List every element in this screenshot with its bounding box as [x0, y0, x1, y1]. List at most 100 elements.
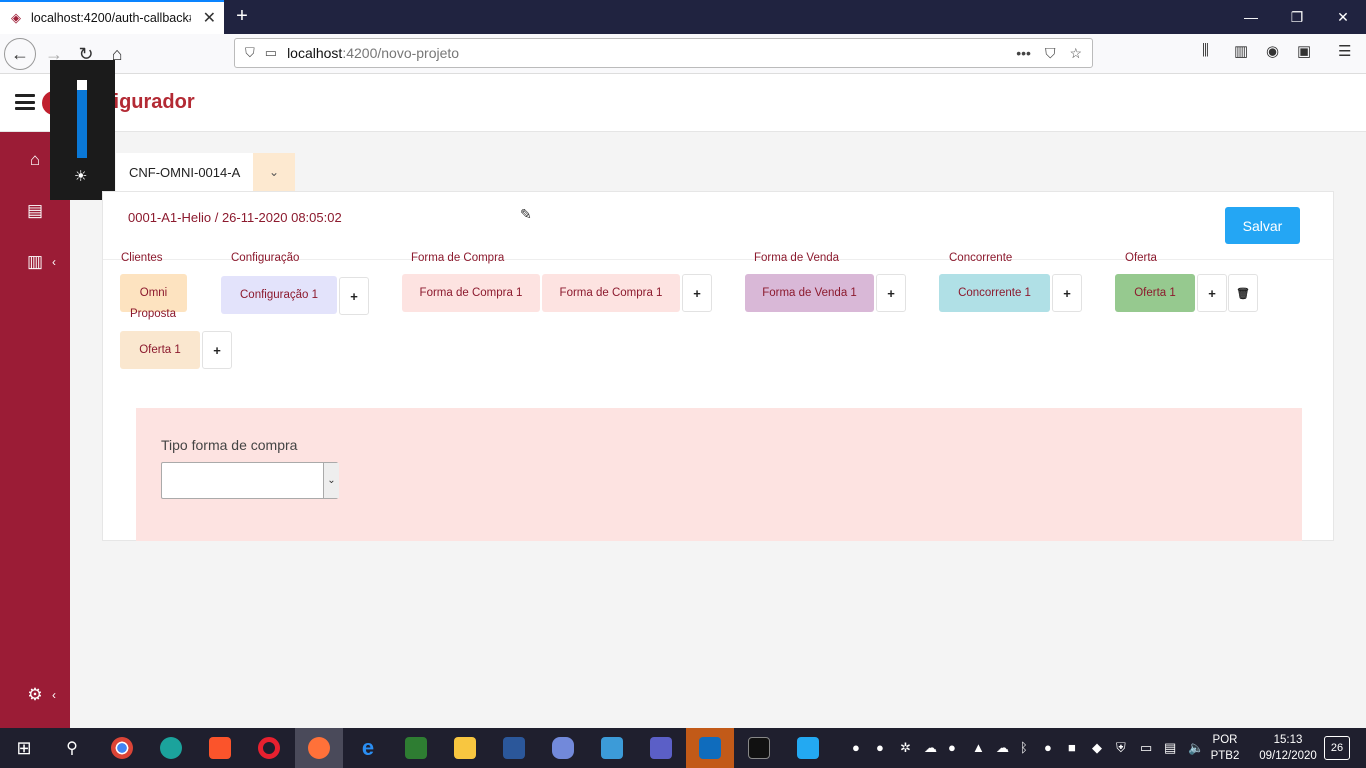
- volume-icon[interactable]: 🔈: [1188, 740, 1204, 756]
- sidebar: ⌂ ▤ ▥ ‹ ⚙ ‹: [0, 132, 70, 728]
- site-favicon-icon: ◈: [11, 10, 21, 25]
- chip-forma-compra[interactable]: Forma de Compra 1: [402, 274, 540, 312]
- tab-title: localhost:4200/auth-callback#i: [31, 11, 191, 25]
- maximize-window-button[interactable]: ❐: [1274, 0, 1320, 34]
- account-icon[interactable]: ◉: [1266, 42, 1279, 60]
- project-selector[interactable]: CNF-OMNI-0014-A ⌄: [116, 153, 295, 191]
- bookmark-star-icon[interactable]: ☆: [1069, 45, 1082, 62]
- sidebar-item-reports[interactable]: ▥ ‹: [0, 237, 70, 287]
- search-icon[interactable]: ⚲: [48, 728, 96, 768]
- project-subtitle: 0001-A1-Helio / 26-11-2020 08:05:02: [128, 210, 342, 225]
- section-label-oferta: Oferta: [1125, 252, 1157, 264]
- chip-proposta[interactable]: Oferta 1: [120, 331, 200, 369]
- chevron-down-icon[interactable]: ⌄: [253, 153, 295, 191]
- sheet-app-icon[interactable]: [392, 728, 440, 768]
- brightness-level: [77, 90, 87, 158]
- project-code[interactable]: CNF-OMNI-0014-A: [116, 153, 253, 191]
- gear-icon: ⚙: [27, 685, 43, 704]
- edge-icon[interactable]: [147, 728, 195, 768]
- new-tab-button[interactable]: +: [230, 4, 254, 28]
- trash-icon[interactable]: 🗑: [1228, 274, 1258, 312]
- teams-tray-icon[interactable]: ●: [1044, 740, 1052, 755]
- hamburger-menu-icon[interactable]: [15, 94, 35, 110]
- add-proposta-button[interactable]: +: [202, 331, 232, 369]
- discord-icon[interactable]: [539, 728, 587, 768]
- cloud-tray-icon[interactable]: ☁: [924, 740, 937, 756]
- brave-icon[interactable]: [196, 728, 244, 768]
- outlook-icon[interactable]: [686, 728, 734, 768]
- bluetooth-tray-icon[interactable]: ᛒ: [1020, 740, 1028, 755]
- skype-tray-icon[interactable]: ●: [852, 740, 860, 755]
- chip-clientes[interactable]: Omni: [120, 274, 187, 312]
- chrome-icon[interactable]: [98, 728, 146, 768]
- shield-icon[interactable]: ⛉: [245, 45, 255, 61]
- battery-icon[interactable]: ▭: [1140, 740, 1152, 756]
- remote-desktop-icon[interactable]: [588, 728, 636, 768]
- language-indicator[interactable]: POR PTB2: [1208, 732, 1242, 764]
- chip-concorrente[interactable]: Concorrente 1: [939, 274, 1050, 312]
- vscode-icon[interactable]: [784, 728, 832, 768]
- close-tab-icon[interactable]: ✕: [203, 8, 216, 28]
- menu-icon[interactable]: ☰: [1338, 42, 1351, 60]
- tipo-forma-compra-label: Tipo forma de compra: [161, 437, 298, 453]
- taskbar: ⊞ ⚲ e ● ● ✲ ☁ ● ▲ ☁ ᛒ ● ■ ◆ ⛨ ▭ ▤ 🔈 POR …: [0, 728, 1366, 768]
- word-icon[interactable]: [490, 728, 538, 768]
- pocket-icon[interactable]: ⛉: [1045, 45, 1056, 62]
- add-forma-compra-button[interactable]: +: [682, 274, 712, 312]
- internet-explorer-icon[interactable]: e: [344, 728, 392, 768]
- discord-tray-icon[interactable]: ●: [876, 740, 884, 755]
- teams-icon[interactable]: [637, 728, 685, 768]
- notifications-icon[interactable]: 26: [1324, 736, 1350, 760]
- extension-icon[interactable]: ▣: [1297, 42, 1311, 60]
- security-tray-icon[interactable]: ▲: [972, 740, 985, 755]
- section-label-forma-compra: Forma de Compra: [411, 252, 505, 264]
- section-label-configuracao: Configuração: [231, 252, 300, 264]
- url-path: :4200/novo-projeto: [342, 45, 460, 61]
- section-label-concorrente: Concorrente: [949, 252, 1013, 264]
- add-concorrente-button[interactable]: +: [1052, 274, 1082, 312]
- onedrive-tray-icon[interactable]: ☁: [996, 740, 1009, 756]
- clock-date: 09/12/2020: [1259, 750, 1317, 762]
- chart-icon: ▥: [26, 252, 44, 271]
- network-icon[interactable]: ▤: [1164, 740, 1176, 756]
- more-actions-icon[interactable]: •••: [1016, 45, 1031, 62]
- terminal-icon[interactable]: [735, 728, 783, 768]
- chip-oferta[interactable]: Oferta 1: [1115, 274, 1195, 312]
- save-button[interactable]: Salvar: [1225, 207, 1300, 244]
- add-configuracao-button[interactable]: +: [339, 277, 369, 315]
- home-icon: ⌂: [29, 150, 41, 169]
- library-icon[interactable]: ⫼: [1202, 42, 1209, 59]
- chip-forma-compra[interactable]: Forma de Compra 1: [542, 274, 680, 312]
- file-explorer-icon[interactable]: [441, 728, 489, 768]
- chevron-left-icon: ‹: [52, 688, 56, 702]
- url-host: localhost: [287, 45, 343, 61]
- chip-configuracao[interactable]: Configuração 1: [221, 276, 337, 314]
- windows-start-icon[interactable]: ⊞: [0, 728, 48, 768]
- edit-icon[interactable]: ✎: [520, 206, 532, 223]
- brightness-icon: ☀: [74, 168, 88, 185]
- firefox-icon[interactable]: [295, 728, 343, 768]
- add-oferta-button[interactable]: +: [1197, 274, 1227, 312]
- vpn-tray-icon[interactable]: ◆: [1092, 740, 1102, 756]
- edge-tray-icon[interactable]: ●: [948, 740, 956, 755]
- page-info-icon[interactable]: ▭: [265, 45, 277, 61]
- app-tray-icon[interactable]: ✲: [900, 740, 911, 756]
- calendar-icon: ▤: [26, 201, 44, 220]
- chip-forma-venda[interactable]: Forma de Venda 1: [745, 274, 874, 312]
- sidebar-toggle-icon[interactable]: ▥: [1234, 42, 1248, 60]
- tipo-forma-compra-select[interactable]: [161, 462, 338, 499]
- section-label-clientes: Clientes: [121, 252, 163, 264]
- add-forma-venda-button[interactable]: +: [876, 274, 906, 312]
- close-window-button[interactable]: ✕: [1320, 0, 1366, 34]
- opera-icon[interactable]: [245, 728, 293, 768]
- defender-tray-icon[interactable]: ⛨: [1116, 740, 1126, 756]
- url-bar[interactable]: ⛉ ▭ localhost :4200/novo-projeto ••• ⛉ ☆: [234, 38, 1093, 68]
- browser-tab[interactable]: ◈ localhost:4200/auth-callback#i ✕: [0, 0, 224, 34]
- browser-nav-bar: ← → ↻ ⌂ ⛉ ▭ localhost :4200/novo-projeto…: [0, 34, 1366, 74]
- section-label-proposta: Proposta: [130, 308, 177, 320]
- minimize-window-button[interactable]: —: [1228, 0, 1274, 34]
- clock[interactable]: 15:13 09/12/2020: [1258, 732, 1318, 764]
- back-button[interactable]: ←: [4, 38, 36, 70]
- outlook-tray-icon[interactable]: ■: [1068, 740, 1076, 755]
- sidebar-item-settings[interactable]: ⚙ ‹: [0, 670, 70, 720]
